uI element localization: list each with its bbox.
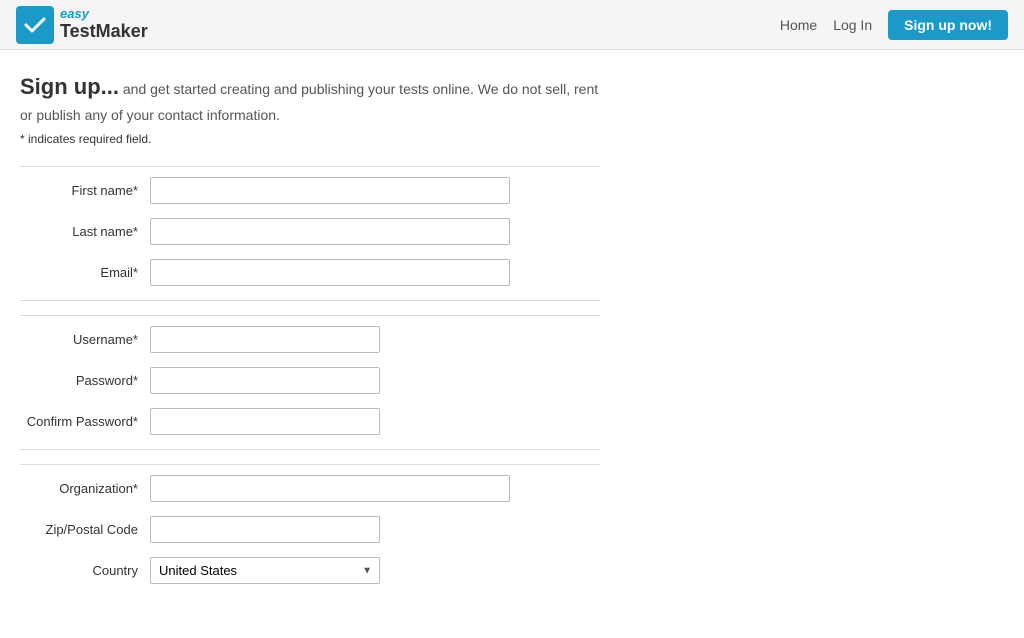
logo-icon	[16, 6, 54, 44]
zip-group: Zip/Postal Code	[20, 516, 600, 543]
signup-form: First name* Last name* Email* Username* …	[20, 166, 600, 584]
name-section: First name* Last name* Email*	[20, 166, 600, 286]
home-link[interactable]: Home	[780, 17, 817, 33]
password-label: Password*	[20, 373, 150, 388]
page-heading: Sign up... and get started creating and …	[20, 74, 600, 126]
site-header: easy TestMaker Home Log In Sign up now!	[0, 0, 1024, 50]
zip-label: Zip/Postal Code	[20, 522, 150, 537]
divider-1	[20, 300, 600, 301]
confirm-password-label: Confirm Password*	[20, 414, 150, 429]
email-label: Email*	[20, 265, 150, 280]
nav: Home Log In Sign up now!	[780, 10, 1008, 40]
org-section: Organization* Zip/Postal Code Country Un…	[20, 464, 600, 584]
required-note: * indicates required field.	[20, 132, 600, 146]
last-name-input[interactable]	[150, 218, 510, 245]
confirm-password-group: Confirm Password*	[20, 408, 600, 435]
country-group: Country United States Canada United King…	[20, 557, 600, 584]
last-name-label: Last name*	[20, 224, 150, 239]
email-input[interactable]	[150, 259, 510, 286]
first-name-input[interactable]	[150, 177, 510, 204]
password-input[interactable]	[150, 367, 380, 394]
username-label: Username*	[20, 332, 150, 347]
divider-2	[20, 449, 600, 450]
heading-bold: Sign up...	[20, 74, 119, 99]
organization-label: Organization*	[20, 481, 150, 496]
zip-input[interactable]	[150, 516, 380, 543]
country-select[interactable]: United States Canada United Kingdom Aust…	[150, 557, 380, 584]
logo-easy: easy	[60, 7, 148, 21]
username-group: Username*	[20, 326, 600, 353]
signup-button[interactable]: Sign up now!	[888, 10, 1008, 40]
country-select-wrapper: United States Canada United Kingdom Aust…	[150, 557, 380, 584]
username-input[interactable]	[150, 326, 380, 353]
first-name-label: First name*	[20, 183, 150, 198]
last-name-group: Last name*	[20, 218, 600, 245]
email-group: Email*	[20, 259, 600, 286]
login-link[interactable]: Log In	[833, 17, 872, 33]
credentials-section: Username* Password* Confirm Password*	[20, 315, 600, 435]
first-name-group: First name*	[20, 177, 600, 204]
logo-testmaker: TestMaker	[60, 22, 148, 42]
main-content: Sign up... and get started creating and …	[0, 50, 620, 638]
organization-input[interactable]	[150, 475, 510, 502]
confirm-password-input[interactable]	[150, 408, 380, 435]
logo-text: easy TestMaker	[60, 7, 148, 41]
password-group: Password*	[20, 367, 600, 394]
logo: easy TestMaker	[16, 6, 148, 44]
organization-group: Organization*	[20, 475, 600, 502]
country-label: Country	[20, 563, 150, 578]
